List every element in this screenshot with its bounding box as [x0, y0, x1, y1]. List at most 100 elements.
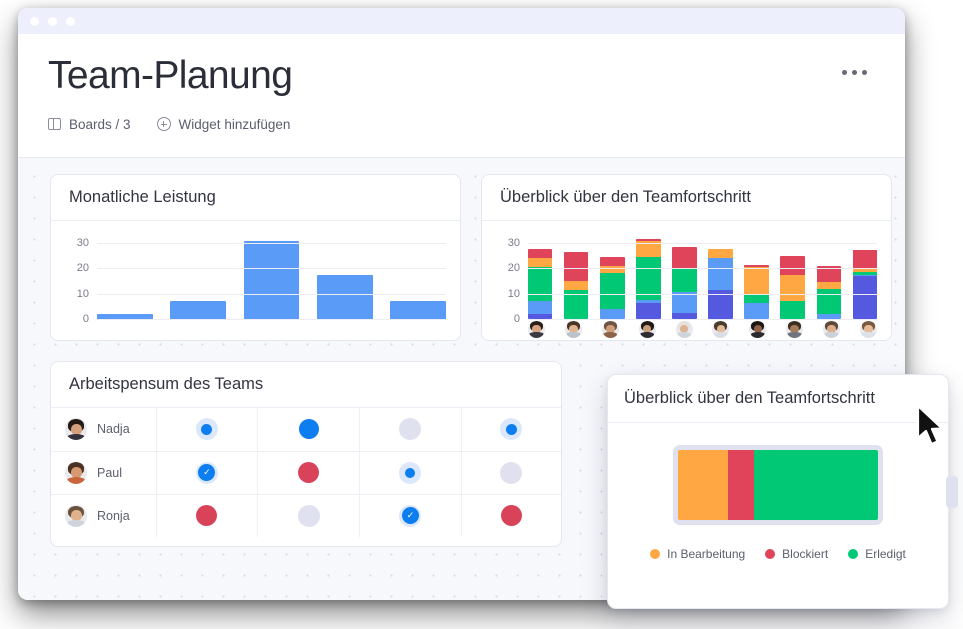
- bar-segment: [780, 255, 805, 275]
- workload-status-cell[interactable]: [257, 408, 361, 452]
- y-axis-tick: 30: [76, 237, 89, 250]
- stacked-bar[interactable]: [636, 239, 661, 319]
- workload-person-cell: Ronja: [51, 494, 157, 537]
- avatar[interactable]: [601, 320, 619, 338]
- status-dot-blocked[interactable]: [500, 505, 522, 527]
- page-meta-row: Boards / 3 Widget hinzufügen: [48, 117, 879, 132]
- workload-status-cell[interactable]: ✓: [156, 451, 259, 495]
- widget-title: Monatliche Leistung: [69, 188, 216, 206]
- stacked-bar[interactable]: [672, 246, 697, 319]
- workload-status-cell[interactable]: ✓: [359, 494, 462, 537]
- avatar[interactable]: [823, 320, 840, 338]
- bar-segment: [852, 249, 877, 269]
- status-dot-blocked[interactable]: [196, 505, 218, 527]
- bar-segment: [564, 281, 589, 290]
- board-menu-button[interactable]: [830, 56, 879, 81]
- boards-count-label: Boards / 3: [69, 116, 131, 132]
- avatar[interactable]: [564, 320, 582, 338]
- workload-status-cell[interactable]: [461, 408, 561, 452]
- status-dot-working[interactable]: [399, 461, 422, 484]
- stacked-bar[interactable]: [816, 265, 841, 319]
- workload-status-cell[interactable]: [156, 408, 259, 452]
- avatar[interactable]: [712, 320, 730, 338]
- workload-status-cell[interactable]: [359, 408, 462, 452]
- avatar[interactable]: [65, 418, 87, 441]
- avatar[interactable]: [638, 320, 656, 338]
- y-axis-tick: 0: [82, 313, 89, 325]
- workload-table: Nadja Paul ✓ Ronja ✓: [51, 408, 561, 537]
- plot-area: [528, 233, 877, 320]
- widget-title: Arbeitspensum des Teams: [69, 375, 264, 393]
- bar-segment: [744, 293, 769, 303]
- widget-team-progress[interactable]: Überblick über den Teamfortschritt 0 10 20…: [481, 174, 892, 341]
- avatar-body: [639, 332, 655, 338]
- status-dot-partial[interactable]: [500, 418, 523, 441]
- page-title: Team-Planung: [48, 54, 293, 97]
- avatar[interactable]: [65, 461, 87, 484]
- widget-preview-overlay[interactable]: Überblick über den Teamfortschritt In Be…: [607, 374, 958, 609]
- gridline: [97, 243, 446, 245]
- stacked-bar[interactable]: [780, 255, 805, 319]
- stacked-bar[interactable]: [744, 264, 769, 319]
- bar-segment: [672, 292, 697, 313]
- widget-team-workload[interactable]: Arbeitspensum des Teams Nadja Paul ✓ Ronja ✓: [50, 361, 562, 547]
- boards-count-button[interactable]: Boards / 3: [48, 117, 131, 132]
- workload-status-cell[interactable]: [359, 451, 462, 495]
- bar[interactable]: [390, 301, 446, 319]
- widget-body: 0 10 20 30: [51, 221, 460, 340]
- status-dot-empty[interactable]: [500, 461, 523, 484]
- add-widget-button[interactable]: Widget hinzufügen: [156, 117, 290, 132]
- window-dot-maximize[interactable]: [66, 16, 75, 26]
- avatar[interactable]: [749, 320, 767, 338]
- overlay-body: In Bearbeitung Blockiert Erledigt: [608, 423, 958, 561]
- overlay-header: Überblick über den Teamfortschritt: [608, 375, 948, 423]
- window-dot-minimize[interactable]: [48, 16, 57, 26]
- status-dot-done[interactable]: ✓: [399, 504, 422, 527]
- y-axis: 0 10 20 30: [490, 233, 524, 325]
- avatar[interactable]: [786, 320, 804, 338]
- avatar[interactable]: [528, 320, 545, 338]
- stacked-bar[interactable]: [564, 252, 589, 319]
- bar[interactable]: [316, 274, 373, 319]
- gridline: [528, 268, 877, 270]
- status-dot-done[interactable]: ✓: [195, 461, 218, 484]
- avatar[interactable]: [859, 320, 877, 338]
- workload-person-name: Nadja: [97, 422, 130, 437]
- workload-status-cell[interactable]: [461, 451, 561, 495]
- avatar-body: [824, 332, 839, 338]
- stacked-bar[interactable]: [528, 249, 553, 319]
- stacked-bar[interactable]: [708, 249, 733, 319]
- workload-status-cell[interactable]: [156, 494, 259, 537]
- battery-progress-bar: [673, 445, 883, 525]
- avatar[interactable]: [65, 504, 87, 527]
- stacked-bar[interactable]: [852, 249, 877, 319]
- workload-status-cell[interactable]: [461, 494, 561, 537]
- battery-segment: [728, 450, 754, 520]
- legend-swatch: [650, 549, 661, 559]
- workload-status-cell[interactable]: [257, 451, 361, 495]
- table-row: Ronja ✓: [51, 494, 561, 537]
- plot-area: [97, 233, 446, 320]
- bar-segment: [600, 265, 625, 274]
- bar[interactable]: [243, 240, 300, 319]
- battery-segments: [678, 450, 878, 520]
- workload-status-cell[interactable]: [257, 494, 361, 537]
- bar-segment: [708, 258, 733, 290]
- monthly-bar-chart: 0 10 20 30: [51, 221, 460, 340]
- status-dot-empty[interactable]: [399, 418, 422, 441]
- status-dot-empty[interactable]: [297, 504, 320, 527]
- gridline: [97, 293, 446, 295]
- widget-body: 0 10 20 30: [482, 221, 891, 340]
- overlay-title: Überblick über den Teamfortschritt: [624, 389, 875, 407]
- widget-monthly-performance[interactable]: Monatliche Leistung 0 10 20 30: [50, 174, 461, 341]
- status-dot-working[interactable]: [298, 419, 319, 440]
- avatar-body: [861, 332, 876, 338]
- avatar[interactable]: [675, 320, 693, 338]
- status-dot-partial[interactable]: [195, 418, 218, 441]
- workload-table-body: Nadja Paul ✓ Ronja ✓: [51, 408, 561, 537]
- bar[interactable]: [170, 301, 227, 319]
- window-dot-close[interactable]: [30, 16, 39, 26]
- stacked-bar[interactable]: [600, 257, 625, 319]
- status-dot-blocked[interactable]: [298, 462, 320, 483]
- y-axis-tick: 10: [507, 287, 520, 300]
